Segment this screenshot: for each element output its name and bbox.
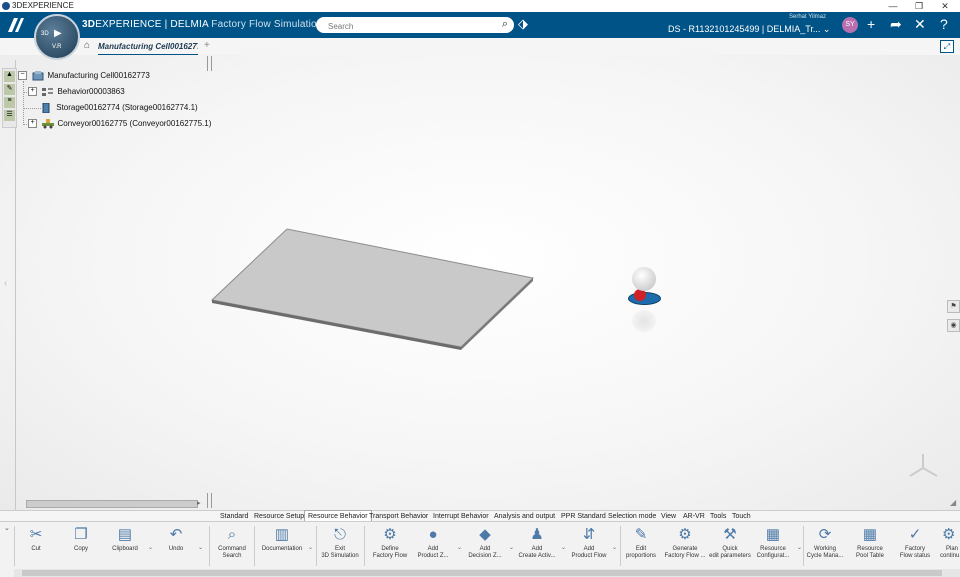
command-search-icon: ⌕ xyxy=(227,526,237,543)
action-bar-collapse-icon[interactable]: ⌄ xyxy=(4,524,10,532)
factory-flow-status-icon: ✓ xyxy=(908,526,922,543)
storage-plate[interactable] xyxy=(0,0,960,577)
documentation-button[interactable]: ▥ Documentation xyxy=(258,524,306,553)
undo-icon: ↶ xyxy=(169,526,183,543)
generate-factory-flow-button[interactable]: ⚙ Generate Factory Flow ... xyxy=(662,524,708,560)
resource-configuration-button[interactable]: ▦ Resource Configurat... xyxy=(752,524,794,560)
scroll-thumb[interactable] xyxy=(22,570,942,576)
tree-scrollbar[interactable] xyxy=(26,500,198,508)
add-product-flow-icon: ⇵ xyxy=(582,526,596,543)
quick-edit-parameters-button[interactable]: ⚒ Quick edit parameters xyxy=(708,524,752,560)
plan-continuous-button[interactable]: ⚙ Plan continu... xyxy=(938,524,960,560)
add-product-zone-icon: ● xyxy=(428,526,438,543)
exit-simulation-button[interactable]: ⎋ Exit 3D Simulation xyxy=(320,524,360,560)
camera-icon[interactable]: ◉ xyxy=(947,319,960,332)
action-bar: ⌄ ✂ Cut ❐ Copy ▤ Clipboard ⌄ ↶ Undo ⌄ ⌕ … xyxy=(0,521,960,570)
factory-flow-status-button[interactable]: ✓ Factory Flow status xyxy=(895,524,935,560)
add-decision-zone-icon: ◆ xyxy=(479,526,491,543)
define-factory-flow-button[interactable]: ⚙ Define Factory Flow xyxy=(370,524,410,560)
undo-button[interactable]: ↶ Undo xyxy=(160,524,192,553)
add-product-flow-button[interactable]: ⇵ Add Product Flow xyxy=(567,524,611,560)
copy-icon: ❐ xyxy=(74,526,88,543)
action-bar-scrollbar[interactable] xyxy=(14,569,960,577)
sphere-reflection xyxy=(632,310,656,332)
create-activity-dropdown-icon[interactable]: ⌄ xyxy=(561,544,566,551)
working-cycle-manager-button[interactable]: ⟳ Working Cycle Mana... xyxy=(805,524,845,560)
resize-grip-icon[interactable]: ◢ xyxy=(950,498,956,507)
command-search-button[interactable]: ⌕ Command Search xyxy=(214,524,250,560)
product-zone-dropdown-icon[interactable]: ⌄ xyxy=(457,544,462,551)
undo-dropdown-icon[interactable]: ⌄ xyxy=(198,544,203,551)
clipboard-button[interactable]: ▤ Clipboard xyxy=(106,524,144,553)
clipboard-dropdown-icon[interactable]: ⌄ xyxy=(148,544,153,551)
documentation-icon: ▥ xyxy=(274,526,290,543)
resource-config-icon: ▦ xyxy=(765,526,781,543)
scissors-icon: ✂ xyxy=(29,526,43,543)
exit-simulation-icon: ⎋ xyxy=(334,526,346,543)
plan-continuous-icon: ⚙ xyxy=(942,526,956,543)
flag-icon[interactable]: ⚑ xyxy=(947,300,960,313)
edit-proportions-button[interactable]: ✎ Edit proportions xyxy=(622,524,660,560)
add-decision-zone-button[interactable]: ◆ Add Decision Z... xyxy=(464,524,506,560)
right-toolstrip: ⚑ ◉ xyxy=(947,300,960,338)
add-create-activity-button[interactable]: ♟ Add Create Activ... xyxy=(514,524,560,560)
product-flow-dropdown-icon[interactable]: ⌄ xyxy=(612,544,617,551)
define-factory-flow-icon: ⚙ xyxy=(383,526,397,543)
panel-splitter-bottom[interactable] xyxy=(207,493,212,508)
resource-pool-table-button[interactable]: ▦ Resource Pool Table xyxy=(850,524,890,560)
add-create-activity-icon: ♟ xyxy=(530,526,544,543)
compass-icon[interactable]: 3D ▶ V.R xyxy=(34,14,80,60)
cut-button[interactable]: ✂ Cut xyxy=(22,524,50,553)
quick-edit-icon: ⚒ xyxy=(723,526,737,543)
resource-pool-icon: ▦ xyxy=(862,526,878,543)
working-cycle-icon: ⟳ xyxy=(818,526,832,543)
clipboard-icon: ▤ xyxy=(117,526,133,543)
copy-button[interactable]: ❐ Copy xyxy=(67,524,95,553)
edit-proportions-icon: ✎ xyxy=(634,526,648,543)
scroll-right-icon[interactable]: ▸ xyxy=(197,499,201,507)
documentation-dropdown-icon[interactable]: ⌄ xyxy=(308,544,313,551)
product-zone-sphere[interactable] xyxy=(632,267,656,291)
compass-axis-icon[interactable] xyxy=(906,450,940,480)
generate-factory-flow-icon: ⚙ xyxy=(678,526,692,543)
resource-config-dropdown-icon[interactable]: ⌄ xyxy=(797,544,802,551)
add-product-zone-button[interactable]: ● Add Product Z... xyxy=(412,524,454,560)
